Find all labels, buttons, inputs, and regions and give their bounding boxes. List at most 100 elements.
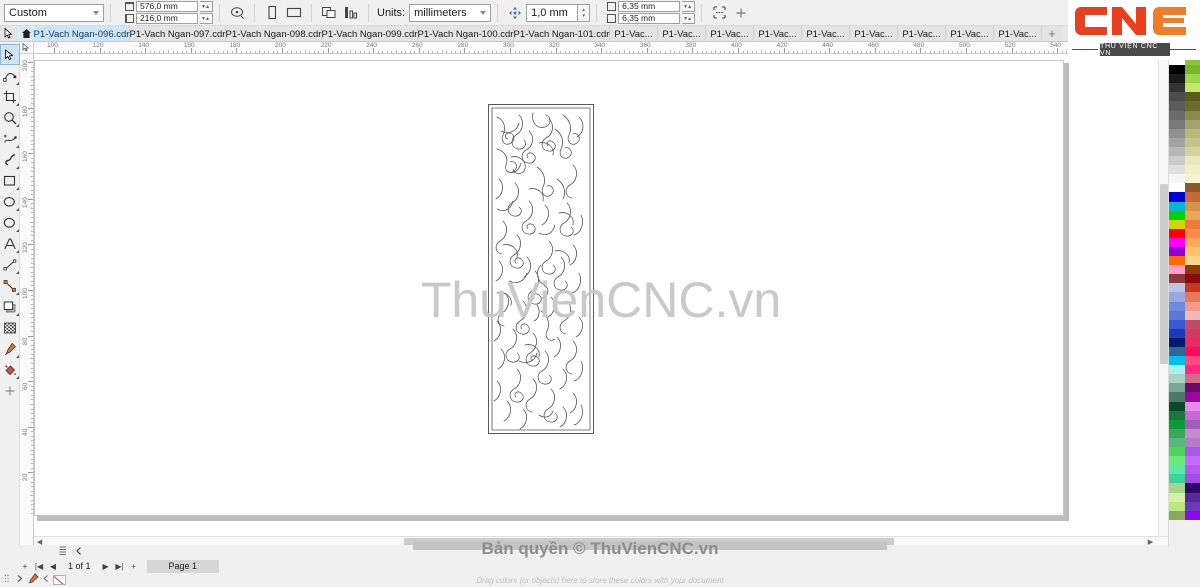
palette-swatch-b-6[interactable] xyxy=(1185,110,1200,120)
page-tab-page-1[interactable]: Page 1 xyxy=(146,559,220,573)
new-tab-button[interactable]: + xyxy=(1042,26,1062,41)
palette-swatch-a-17[interactable] xyxy=(1169,210,1185,220)
palette-swatch-b-19[interactable] xyxy=(1185,228,1200,238)
tool-text[interactable] xyxy=(0,233,20,254)
tool-ellipse[interactable] xyxy=(0,191,20,212)
palette-swatch-b-40[interactable] xyxy=(1185,419,1200,429)
palette-swatch-a-40[interactable] xyxy=(1169,419,1185,429)
palette-swatch-b-1[interactable] xyxy=(1185,65,1200,75)
pick-tool-icon[interactable] xyxy=(0,26,18,41)
palette-swatch-a-26[interactable] xyxy=(1169,292,1185,302)
palette-swatch-b-23[interactable] xyxy=(1185,265,1200,275)
palette-swatch-b-39[interactable] xyxy=(1185,410,1200,420)
document-tab-1[interactable]: P1-Vach Ngan-097.cdr xyxy=(130,26,226,41)
palette-swatch-a-29[interactable] xyxy=(1169,319,1185,329)
tool-artistic-media[interactable] xyxy=(0,149,20,170)
object-manager-icon[interactable] xyxy=(58,545,70,560)
palette-swatch-a-15[interactable] xyxy=(1169,192,1185,202)
tool-flyout-arrow[interactable] xyxy=(15,166,19,169)
portrait-orientation-icon[interactable] xyxy=(262,3,282,23)
ruler-origin-corner[interactable] xyxy=(20,42,34,54)
page-height-input[interactable]: 216,0 mm xyxy=(136,13,198,24)
palette-swatch-a-24[interactable] xyxy=(1169,274,1185,284)
palette-swatch-b-41[interactable] xyxy=(1185,428,1200,438)
palette-column-a[interactable] xyxy=(1169,56,1185,547)
document-tab-6[interactable]: P1-Vac... xyxy=(610,26,658,41)
palette-swatch-a-44[interactable] xyxy=(1169,456,1185,466)
document-tab-7[interactable]: P1-Vac... xyxy=(658,26,706,41)
palette-swatch-b-28[interactable] xyxy=(1185,310,1200,320)
palette-swatch-a-43[interactable] xyxy=(1169,447,1185,457)
palette-swatch-a-16[interactable] xyxy=(1169,201,1185,211)
palette-swatch-b-37[interactable] xyxy=(1185,392,1200,402)
palette-swatch-a-11[interactable] xyxy=(1169,156,1185,166)
nudge-distance-spinner[interactable]: ▴ ▾ xyxy=(578,3,591,22)
page-size-edit-icon[interactable] xyxy=(227,3,247,23)
palette-swatch-b-12[interactable] xyxy=(1185,165,1200,175)
all-pages-icon[interactable] xyxy=(319,3,339,23)
palette-swatch-a-39[interactable] xyxy=(1169,410,1185,420)
palette-swatch-b-50[interactable] xyxy=(1185,510,1200,520)
document-tab-14[interactable]: P1-Vac... xyxy=(994,26,1042,41)
duplicate-y-input[interactable]: 6,35 mm xyxy=(618,13,681,24)
tool-freehand[interactable] xyxy=(0,128,20,149)
palette-swatch-a-41[interactable] xyxy=(1169,428,1185,438)
tool-flyout-arrow[interactable] xyxy=(15,313,19,316)
landscape-orientation-icon[interactable] xyxy=(284,3,304,23)
palette-column-b[interactable] xyxy=(1185,56,1200,547)
page-preset-combo[interactable]: Custom xyxy=(4,3,104,22)
palette-swatch-a-42[interactable] xyxy=(1169,437,1185,448)
drawing-canvas[interactable]: ThuVienCNC.vn xyxy=(34,54,1168,546)
palette-swatch-a-5[interactable] xyxy=(1169,101,1185,111)
palette-swatch-b-7[interactable] xyxy=(1185,119,1200,129)
palette-swatch-b-38[interactable] xyxy=(1185,401,1200,411)
palette-swatch-b-25[interactable] xyxy=(1185,283,1200,293)
palette-swatch-b-46[interactable] xyxy=(1185,474,1200,484)
palette-swatch-b-13[interactable] xyxy=(1185,174,1200,184)
document-tab-3[interactable]: P1-Vach Ngan-099.cdr xyxy=(322,26,418,41)
palette-swatch-b-8[interactable] xyxy=(1185,128,1200,138)
palette-swatch-b-16[interactable] xyxy=(1185,201,1200,211)
palette-swatch-a-48[interactable] xyxy=(1169,492,1185,502)
tool-flyout-arrow[interactable] xyxy=(15,124,19,127)
tool-smart-fill[interactable] xyxy=(0,359,20,380)
page-width-spinner[interactable]: ▾▴ xyxy=(200,1,213,12)
palette-swatch-a-45[interactable] xyxy=(1169,465,1185,475)
palette-swatch-a-28[interactable] xyxy=(1169,310,1185,320)
palette-swatch-a-49[interactable] xyxy=(1169,501,1185,511)
tool-flyout-arrow[interactable] xyxy=(15,103,19,106)
tool-flyout-arrow[interactable] xyxy=(15,82,19,85)
palette-swatch-b-20[interactable] xyxy=(1185,237,1200,247)
tool-transparency[interactable] xyxy=(0,317,20,338)
tool-flyout-arrow[interactable] xyxy=(15,376,19,379)
nudge-distance-input[interactable]: 1,0 mm xyxy=(526,3,579,22)
palette-swatch-b-10[interactable] xyxy=(1185,146,1200,157)
palette-swatch-b-36[interactable] xyxy=(1185,383,1200,393)
palette-swatch-a-35[interactable] xyxy=(1169,374,1185,384)
palette-swatch-b-43[interactable] xyxy=(1185,447,1200,457)
units-combo[interactable]: millimeters xyxy=(409,3,492,22)
palette-swatch-b-14[interactable] xyxy=(1185,183,1200,193)
palette-swatch-a-31[interactable] xyxy=(1169,337,1185,347)
tool-connector[interactable] xyxy=(0,275,20,296)
palette-swatch-b-4[interactable] xyxy=(1185,92,1200,102)
palette-swatch-b-45[interactable] xyxy=(1185,465,1200,475)
palette-swatch-b-15[interactable] xyxy=(1185,192,1200,202)
page-height-spinner[interactable]: ▾▴ xyxy=(200,13,213,24)
palette-swatch-a-25[interactable] xyxy=(1169,283,1185,293)
tool-rectangle[interactable] xyxy=(0,170,20,191)
last-page-button[interactable]: ▶| xyxy=(113,560,127,573)
palette-swatch-b-31[interactable] xyxy=(1185,337,1200,347)
vertical-scrollbar[interactable] xyxy=(1158,54,1168,546)
tool-flyout-arrow[interactable] xyxy=(15,271,19,274)
drawing-scale-icon[interactable] xyxy=(709,3,729,23)
palette-swatch-a-7[interactable] xyxy=(1169,119,1185,129)
tool-drop-shadow[interactable] xyxy=(0,296,20,317)
palette-swatch-b-3[interactable] xyxy=(1185,83,1200,93)
tool-flyout-arrow[interactable] xyxy=(15,292,19,295)
tool-flyout-arrow[interactable] xyxy=(15,250,19,253)
palette-swatch-b-47[interactable] xyxy=(1185,483,1200,493)
palette-swatch-a-23[interactable] xyxy=(1169,265,1185,275)
palette-swatch-b-9[interactable] xyxy=(1185,137,1200,147)
palette-swatch-a-12[interactable] xyxy=(1169,165,1185,175)
